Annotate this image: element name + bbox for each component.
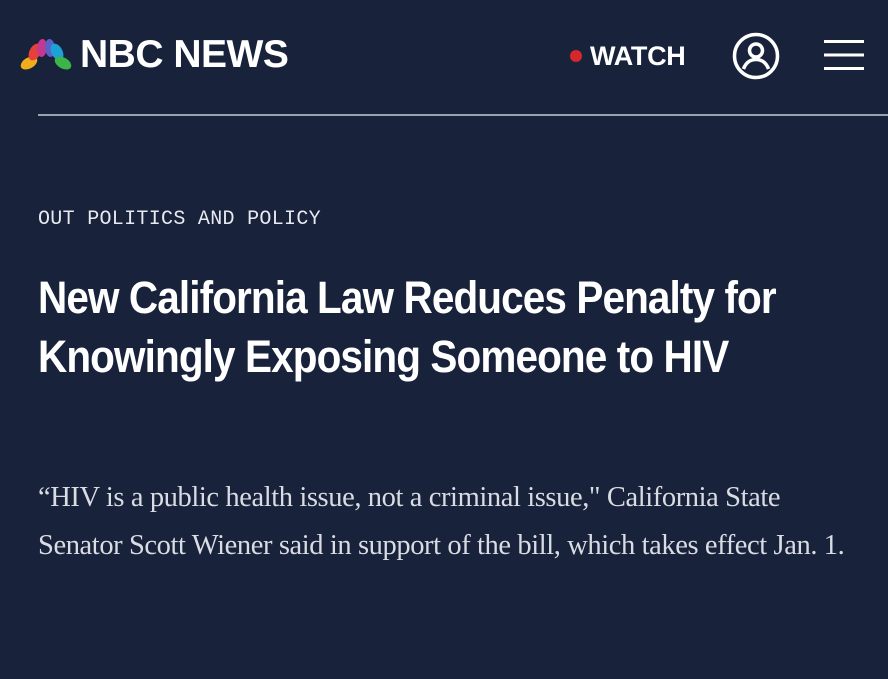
live-dot-icon: [570, 50, 582, 62]
site-header: NBC NEWS WATCH: [0, 0, 888, 115]
user-account-icon[interactable]: [731, 31, 781, 81]
header-divider: [38, 114, 888, 116]
article-dek: “HIV is a public health issue, not a cri…: [38, 482, 845, 561]
section-label[interactable]: OUT POLITICS AND POLICY: [38, 208, 321, 232]
watch-button[interactable]: WATCH: [570, 38, 686, 74]
hamburger-menu-icon[interactable]: [824, 38, 864, 72]
nbc-peacock-icon: [20, 39, 72, 71]
article-headline[interactable]: New California Law Reduces Penalty for K…: [38, 268, 777, 386]
watch-label: WATCH: [590, 40, 686, 71]
nbc-news-logo[interactable]: NBC NEWS: [18, 33, 289, 76]
brand-name: NBC NEWS: [80, 33, 289, 76]
